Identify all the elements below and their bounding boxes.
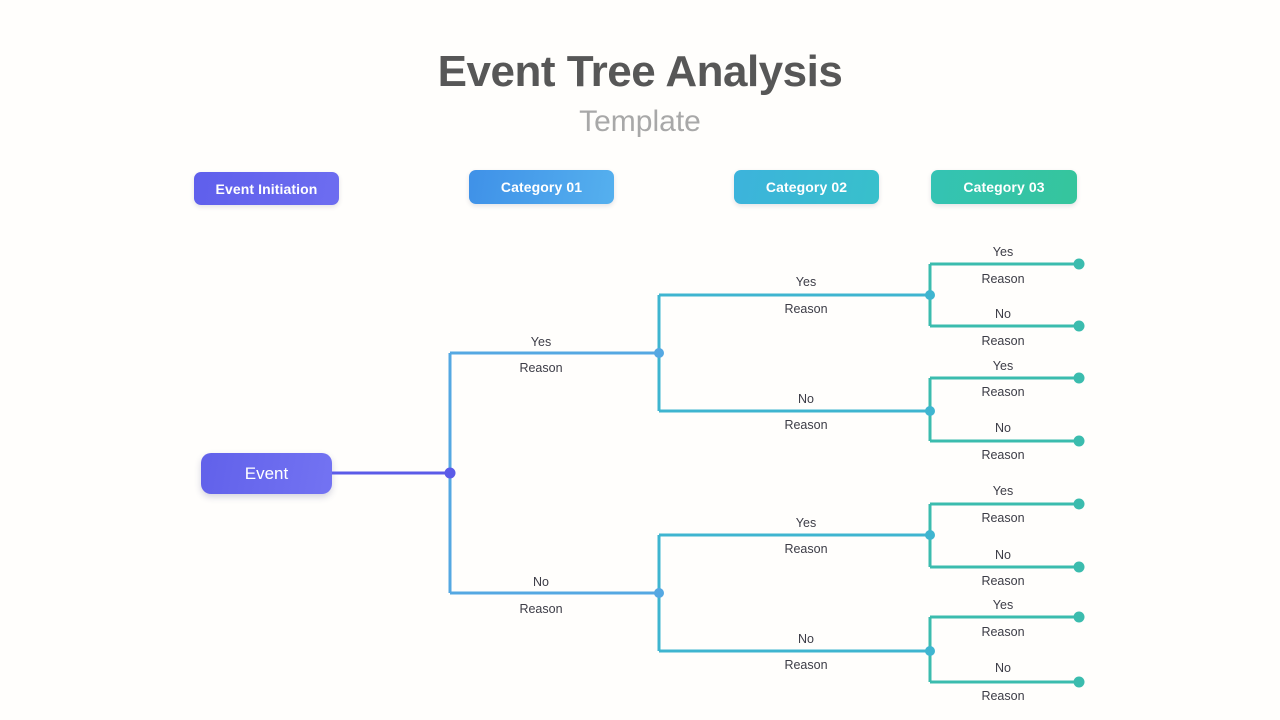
level-3-g3-terminal-dot-1[interactable] <box>1073 676 1085 688</box>
level-3-g0-branch-0-decision-label: Yes <box>993 245 1013 259</box>
level-3-g2-terminal-dot-0[interactable] <box>1073 498 1085 510</box>
level-1-branch-0-reason-label: Reason <box>519 361 562 375</box>
level-3-g2-branch-1-reason-label: Reason <box>981 574 1024 588</box>
level-2-junction-dot-0[interactable] <box>925 290 935 300</box>
level-2-g1-branch-1-reason-label: Reason <box>784 658 827 672</box>
level-3-g2-branch-0-decision-label: Yes <box>993 484 1013 498</box>
level-2-junction-dot-1[interactable] <box>925 406 935 416</box>
level-1-junction-dot-0[interactable] <box>654 348 664 358</box>
root-junction-dot[interactable] <box>444 467 456 479</box>
level-2-g0-branch-0-decision-label: Yes <box>796 275 816 289</box>
level-2-junction-dot-2[interactable] <box>925 530 935 540</box>
level-2-g0-branch-1-reason-label: Reason <box>784 418 827 432</box>
level-3-g1-branch-0-decision-label: Yes <box>993 359 1013 373</box>
level-3-g1-branch-1-decision-label: No <box>995 421 1011 435</box>
level-3-g3-terminal-dot-0[interactable] <box>1073 611 1085 623</box>
level-3-g3-branch-1-decision-label: No <box>995 661 1011 675</box>
level-3-g0-terminal-dot-0[interactable] <box>1073 258 1085 270</box>
level-3-g0-terminal-dot-1[interactable] <box>1073 320 1085 332</box>
level-3-g3-branch-0-reason-label: Reason <box>981 625 1024 639</box>
level-3-g1-terminal-dot-0[interactable] <box>1073 372 1085 384</box>
level-3-g1-branch-1-reason-label: Reason <box>981 448 1024 462</box>
level-2-g0-branch-0-reason-label: Reason <box>784 302 827 316</box>
level-2-junction-dot-3[interactable] <box>925 646 935 656</box>
level-3-g0-branch-1-decision-label: No <box>995 307 1011 321</box>
level-3-g1-branch-0-reason-label: Reason <box>981 385 1024 399</box>
level-1-branch-0-decision-label: Yes <box>531 335 551 349</box>
event-tree-diagram: Yes Reason No Reason Yes Reason No Reason Yes Rea… <box>332 245 1085 703</box>
level-3-g3-branch-0-decision-label: Yes <box>993 598 1013 612</box>
level-3-g0-branch-1-reason-label: Reason <box>981 334 1024 348</box>
level-3-g2-branch-0-reason-label: Reason <box>981 511 1024 525</box>
level-1-junction-dot-1[interactable] <box>654 588 664 598</box>
level-3-g2-terminal-dot-1[interactable] <box>1073 561 1085 573</box>
level-2-g0-branch-1-decision-label: No <box>798 392 814 406</box>
level-2-g1-branch-0-decision-label: Yes <box>796 516 816 530</box>
level-1-branch-1-decision-label: No <box>533 575 549 589</box>
level-3-g2-branch-1-decision-label: No <box>995 548 1011 562</box>
level-3-g1-terminal-dot-1[interactable] <box>1073 435 1085 447</box>
level-3-g3-branch-1-reason-label: Reason <box>981 689 1024 703</box>
level-1-branch-1-reason-label: Reason <box>519 602 562 616</box>
level-3-g0-branch-0-reason-label: Reason <box>981 272 1024 286</box>
level-2-g1-branch-1-decision-label: No <box>798 632 814 646</box>
slide-canvas: Event Tree Analysis Template Event Initi… <box>0 0 1280 720</box>
level-2-g1-branch-0-reason-label: Reason <box>784 542 827 556</box>
